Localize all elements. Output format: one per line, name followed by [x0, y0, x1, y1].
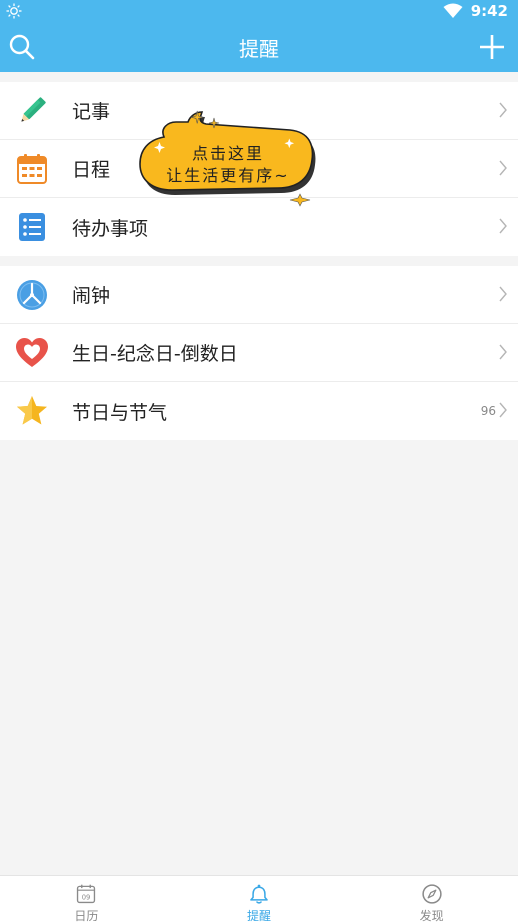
- bottom-nav: 09 日历 提醒 发现: [0, 875, 518, 924]
- reminder-group-alarms: 闹钟 生日-纪念日-倒数日 节日与节气 96: [0, 266, 518, 440]
- checklist-icon: [19, 213, 45, 241]
- calendar-icon: 09: [77, 884, 96, 904]
- list-item-holidays[interactable]: 节日与节气 96: [0, 382, 518, 440]
- tab-label: 发现: [419, 909, 444, 923]
- add-icon[interactable]: [478, 33, 506, 61]
- tab-discover[interactable]: 发现: [345, 876, 518, 924]
- brightness-icon: [6, 3, 22, 19]
- chevron-right-icon: [499, 218, 507, 234]
- list-item-label: 节日与节气: [72, 401, 168, 424]
- tip-bubble-line1: 点击这里: [191, 144, 264, 163]
- search-icon[interactable]: [8, 33, 36, 61]
- list-item-alarm[interactable]: 闹钟: [0, 266, 518, 324]
- tab-reminders[interactable]: 提醒: [173, 876, 346, 924]
- chevron-right-icon: [499, 160, 507, 176]
- chevron-right-icon: [499, 344, 507, 360]
- status-bar: 9:42: [0, 0, 518, 22]
- heart-icon: [16, 338, 48, 367]
- calendar-grid-icon: [17, 154, 47, 184]
- tip-bubble-line2: 让生活更有序~: [166, 166, 290, 185]
- clock-icon: [17, 280, 47, 310]
- tab-label: 提醒: [247, 909, 272, 923]
- tab-calendar[interactable]: 09 日历: [0, 876, 173, 924]
- list-item-label: 闹钟: [72, 285, 111, 307]
- status-time: 9:42: [470, 2, 508, 20]
- list-item-label: 待办事项: [72, 217, 149, 240]
- wifi-icon: [443, 3, 463, 18]
- star-icon: [17, 396, 47, 425]
- chevron-right-icon: [499, 402, 507, 418]
- chevron-right-icon: [499, 286, 507, 302]
- calendar-day-number: 09: [82, 894, 91, 902]
- list-item-anniversary[interactable]: 生日-纪念日-倒数日: [0, 324, 518, 382]
- holiday-count-badge: 96: [480, 404, 496, 418]
- compass-icon: [422, 884, 442, 904]
- list-item-label: 记事: [72, 101, 111, 123]
- chevron-right-icon: [499, 102, 507, 118]
- list-item-label: 日程: [72, 159, 111, 181]
- pencil-icon: [21, 97, 46, 122]
- bell-icon: [250, 884, 268, 904]
- app-header: 提醒: [0, 22, 518, 72]
- list-item-label: 生日-纪念日-倒数日: [72, 343, 238, 365]
- tab-label: 日历: [74, 909, 99, 923]
- page-title: 提醒: [239, 36, 279, 61]
